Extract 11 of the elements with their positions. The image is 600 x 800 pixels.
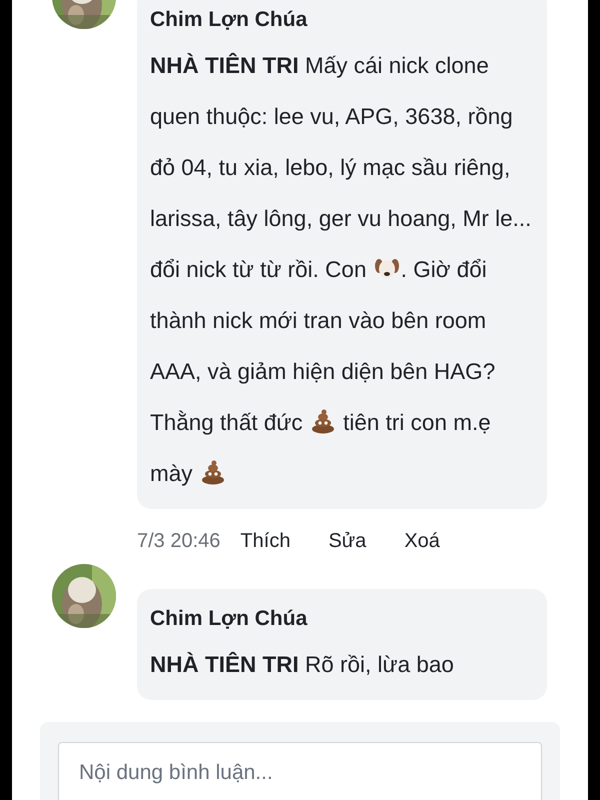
poop-icon	[310, 408, 336, 434]
comment-text: NHÀ TIÊN TRI Mấy cái nick clone quen thuộc: lee vu, APG, 3638, rồng đỏ 04, tu xia, lebo, lý mạc sầu riêng, larissa, tây lông, ger vu hoang, Mr le... đổi nick từ từ rồi. Con . Giờ đổi thành nick mới tran vào bên room AAA, và giảm hiện diện bên HAG? Thằng thất đức tiên tri con m.ẹ mày	[150, 52, 532, 488]
poop-icon	[200, 459, 226, 485]
comment-input[interactable]: Nội dung bình luận...	[58, 742, 542, 800]
action-link[interactable]: Sửa	[319, 530, 376, 552]
comment-time: 7/3 20:46	[137, 530, 220, 552]
author-name: Chim Lợn Chúa	[150, 606, 308, 632]
action-link[interactable]: Xoá	[395, 530, 449, 552]
author-name: Chim Lợn Chúa	[150, 7, 308, 33]
comment-text: NHÀ TIÊN TRI Rõ rồi, lừa bao	[150, 650, 455, 679]
action-link[interactable]: Thích	[231, 530, 300, 552]
